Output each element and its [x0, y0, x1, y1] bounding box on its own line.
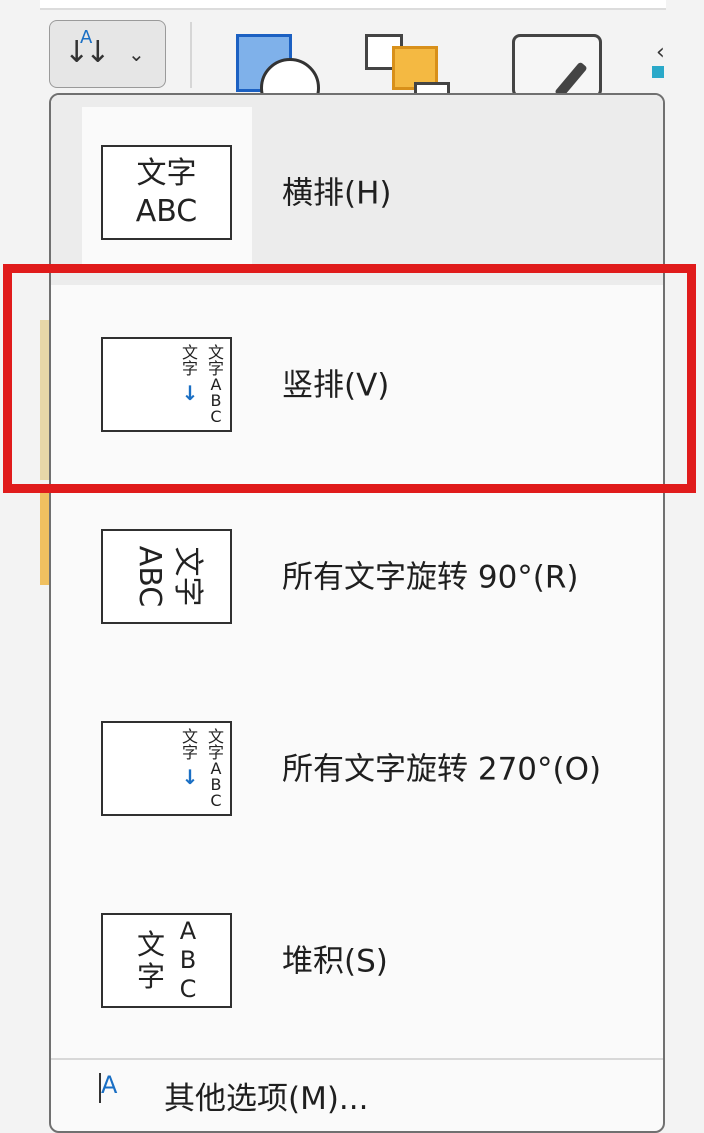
vertical-text-icon: 文字ABC 文字 ↓ — [101, 337, 232, 432]
menu-item-icon-column: 文字 ABC — [82, 491, 252, 657]
menu-item-icon-column: 文字 ABC — [82, 875, 252, 1041]
background-document-strip — [40, 320, 49, 480]
rotate-270-text-icon: 文字ABC 文字 ↓ — [101, 721, 232, 816]
menu-item-rotate-90[interactable]: 文字 ABC 所有文字旋转 90°(R) — [51, 479, 663, 669]
text-direction-letter: A — [80, 27, 93, 48]
down-arrow-icon: ↓ — [181, 765, 199, 789]
rotate-90-text-icon: 文字 ABC — [101, 529, 232, 624]
background-document-strip — [40, 490, 49, 585]
menu-item-icon-column: 文字ABC 文字 ↓ — [82, 299, 252, 465]
chevron-down-icon: ⌄ — [128, 42, 145, 66]
menu-item-label: 所有文字旋转 270°(O) — [282, 751, 602, 788]
menu-item-icon-column: 文字ABC 文字 ↓ — [82, 683, 252, 849]
ribbon-separator — [190, 22, 192, 88]
text-direction-button[interactable]: ↓↓ A ⌄ — [49, 20, 166, 88]
stacked-text-icon: 文字 ABC — [101, 913, 232, 1008]
menu-item-label: 横排(H) — [282, 175, 392, 212]
menu-separator — [51, 1058, 663, 1060]
menu-item-rotate-270[interactable]: 文字ABC 文字 ↓ 所有文字旋转 270°(O) — [51, 671, 663, 861]
text-direction-menu: 文字 ABC 横排(H) 文字ABC 文字 ↓ 竖排(V) 文字 ABC 所有文… — [49, 93, 665, 1133]
more-icon[interactable]: ‹ — [656, 40, 665, 65]
menu-item-icon-column: 文字 ABC — [82, 107, 252, 273]
menu-item-stacked[interactable]: 文字 ABC 堆积(S) — [51, 863, 663, 1053]
menu-item-label: 堆积(S) — [282, 943, 388, 980]
horizontal-text-icon: 文字 ABC — [101, 145, 232, 240]
menu-item-label: 竖排(V) — [282, 367, 390, 404]
more-color-icon — [652, 66, 664, 78]
more-options-item[interactable]: A 其他选项(M)... — [51, 1063, 663, 1123]
menu-item-horizontal[interactable]: 文字 ABC 横排(H) — [51, 95, 663, 285]
more-options-label: 其他选项(M)... — [164, 1081, 369, 1117]
down-arrow-icon: ↓ — [181, 381, 199, 405]
menu-item-label: 所有文字旋转 90°(R) — [282, 559, 579, 596]
text-options-icon: A — [101, 1071, 118, 1099]
menu-item-vertical[interactable]: 文字ABC 文字 ↓ 竖排(V) — [51, 287, 663, 477]
ribbon-top-edge — [40, 0, 666, 10]
